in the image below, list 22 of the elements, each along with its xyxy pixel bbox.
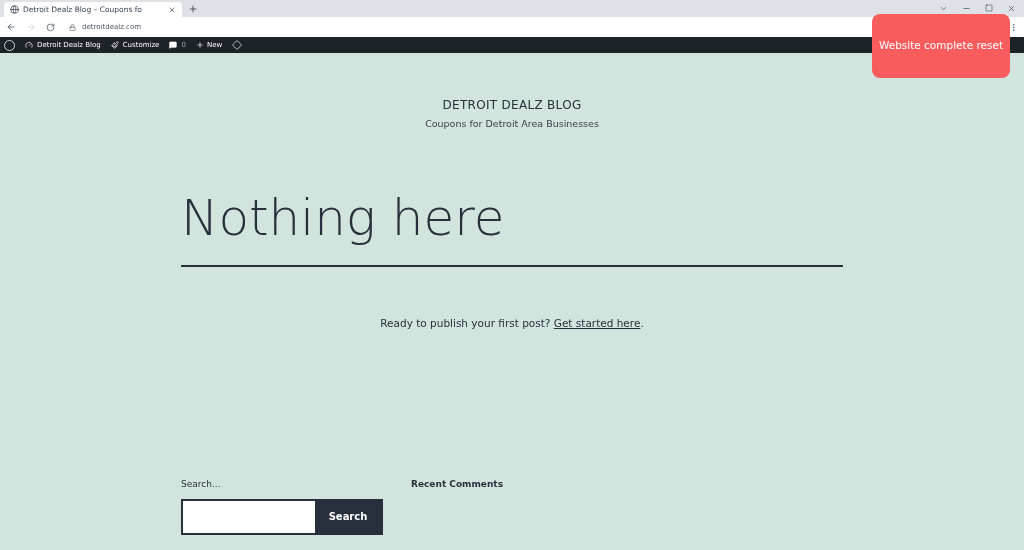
brush-icon: [110, 41, 119, 49]
menu-icon[interactable]: [1009, 22, 1018, 32]
dashboard-icon: [25, 41, 33, 49]
diamond-icon[interactable]: [232, 40, 243, 50]
site-title[interactable]: DETROIT DEALZ BLOG: [442, 96, 582, 114]
new-tab-icon[interactable]: [188, 4, 198, 14]
toast-text: Website complete reset: [878, 38, 1004, 54]
page-heading: Nothing here: [181, 193, 506, 244]
plus-icon: [195, 41, 204, 49]
message-text: Ready to publish your first post? Get started here.: [380, 316, 644, 332]
site-tagline: Coupons for Detroit Area Businesses: [425, 117, 599, 131]
lock-icon: [69, 23, 76, 31]
reload-icon[interactable]: [46, 22, 55, 32]
back-icon[interactable]: [6, 22, 16, 32]
close-icon[interactable]: [1007, 4, 1016, 13]
globe-icon: [10, 5, 19, 14]
search-label: Search...: [181, 478, 222, 491]
restore-icon[interactable]: [985, 4, 993, 12]
comment-icon: [169, 41, 178, 49]
close-icon[interactable]: [168, 5, 176, 14]
chevron-down-icon[interactable]: [939, 4, 948, 13]
recent-comments-heading: Recent Comments: [411, 478, 504, 491]
